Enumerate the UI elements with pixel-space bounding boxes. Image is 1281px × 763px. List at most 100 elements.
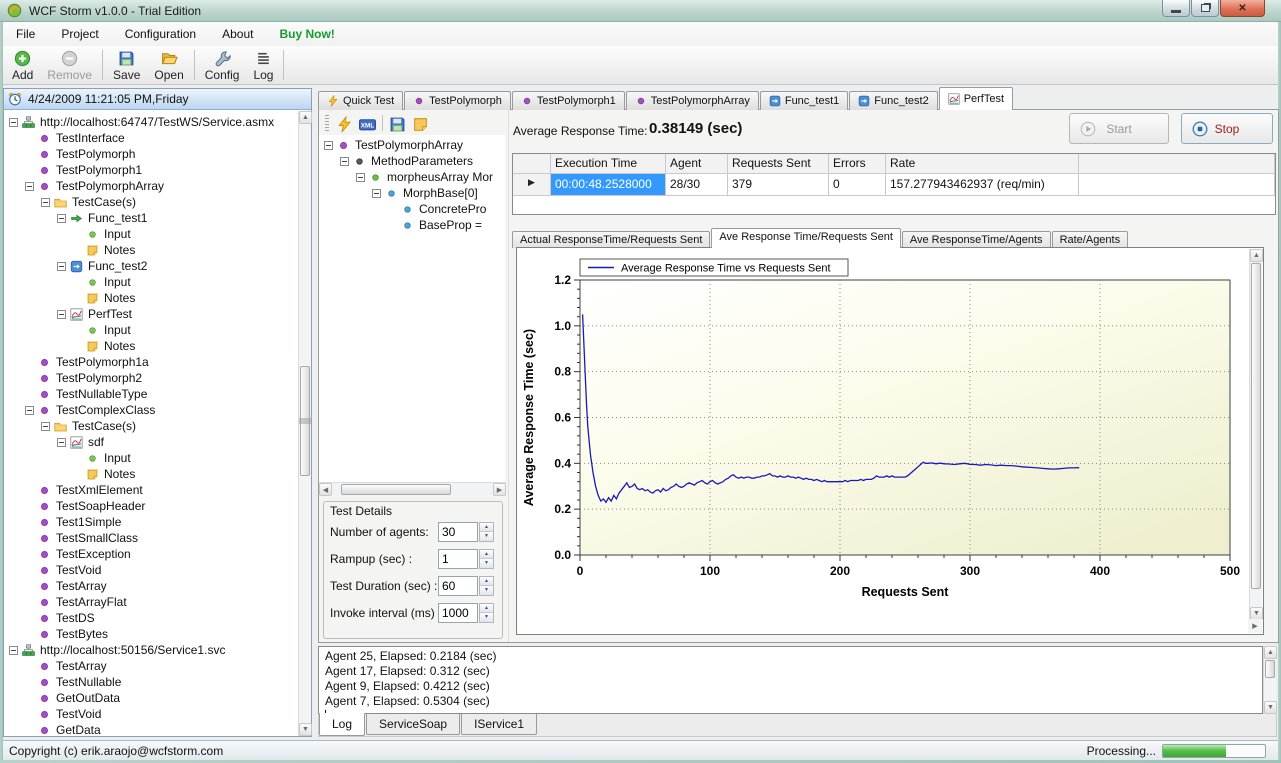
spinner-control[interactable]: ▲▼ [479,576,494,596]
grid-cell[interactable]: 157.277943462937 (req/min) [886,174,1079,196]
tree-node[interactable]: http://localhost:50156/Service1.svc [4,642,298,658]
tab-func-test2[interactable]: Func_test2 [849,91,937,110]
tree-node[interactable]: Input [4,274,298,290]
tree-node[interactable]: Notes [4,242,298,258]
grid-cell[interactable]: 0 [829,174,886,196]
menu-item-file[interactable]: File [3,24,48,44]
add-button[interactable]: Add [5,48,40,83]
lightning-icon[interactable] [336,116,353,131]
scroll-down-icon[interactable]: ▼ [1264,701,1277,714]
tree-node[interactable]: TestVoid [4,562,298,578]
scroll-right-icon[interactable]: ▶ [493,483,506,496]
tree-node[interactable]: TestSoapHeader [4,498,298,514]
expander-toggle-icon[interactable] [57,214,66,223]
tree-node[interactable]: TestPolymorph2 [4,370,298,386]
field-input-0[interactable] [438,522,478,542]
tab-func-test1[interactable]: Func_test1 [760,91,848,110]
menu-item-about[interactable]: About [209,24,266,44]
tree-node[interactable]: Func_test2 [4,258,298,274]
tree-node[interactable]: TestPolymorph1a [4,354,298,370]
close-button[interactable]: ✕ [1220,0,1265,17]
tree-node[interactable]: GetData [4,722,298,736]
scroll-right-icon[interactable]: ▶ [1248,619,1262,633]
stop-button[interactable]: Stop [1181,113,1273,144]
tree-node[interactable]: TestBytes [4,626,298,642]
expander-toggle-icon[interactable] [41,422,50,431]
save-icon[interactable] [389,116,406,131]
grid-cell[interactable]: 00:00:48.2528000 [551,174,666,196]
spinner-up-icon[interactable]: ▲ [480,523,493,532]
service-tree-scrollbar[interactable]: ▲ ▼ [298,111,311,736]
tree-node[interactable]: TestArray [4,578,298,594]
tab-quick-test[interactable]: Quick Test [318,91,403,110]
restore-button[interactable] [1191,0,1219,17]
tree-node[interactable]: TestVoid [4,706,298,722]
tree-node[interactable]: Notes [4,338,298,354]
tree-node[interactable]: TestComplexClass [4,402,298,418]
spinner-down-icon[interactable]: ▼ [480,532,493,541]
tree-node[interactable]: Notes [4,466,298,482]
expander-toggle-icon[interactable] [57,310,66,319]
chart-tab-ave-response-time-requests-sent[interactable]: Ave Response Time/Requests Sent [711,228,900,248]
tree-node[interactable]: TestArray [4,658,298,674]
scroll-thumb[interactable] [1265,660,1275,678]
tree-node[interactable]: Input [4,322,298,338]
scroll-up-icon[interactable]: ▲ [1250,249,1263,262]
scroll-up-icon[interactable]: ▲ [299,111,312,124]
tree-node[interactable]: TestPolymorphArray [4,178,298,194]
spinner-down-icon[interactable]: ▼ [480,586,493,595]
chart-tab-actual-responsetime-requests-sent[interactable]: Actual ResponseTime/Requests Sent [512,231,710,248]
remove-button[interactable]: Remove [40,48,99,83]
scroll-left-icon[interactable]: ◀ [319,483,332,496]
tree-node[interactable]: TestPolymorph1 [4,162,298,178]
spinner-up-icon[interactable]: ▲ [480,550,493,559]
tree-node[interactable]: morpheusArray Mor [319,169,505,185]
expander-toggle-icon[interactable] [324,141,333,150]
tree-node[interactable]: Func_test1 [4,210,298,226]
spinner-up-icon[interactable]: ▲ [480,604,493,613]
log-tab-iservice1[interactable]: IService1 [461,714,537,735]
tree-node[interactable]: TestSmallClass [4,530,298,546]
tab-testpolymorpharray[interactable]: TestPolymorphArray [626,91,759,110]
tree-node[interactable]: MorphBase[0] [319,185,505,201]
scroll-thumb[interactable] [1251,263,1261,589]
grid-data-row[interactable]: ▶00:00:48.252800028/303790157.2779434629… [513,174,1275,196]
expander-toggle-icon[interactable] [340,157,349,166]
tree-node[interactable]: TestNullable [4,674,298,690]
spinner-up-icon[interactable]: ▲ [480,577,493,586]
expander-toggle-icon[interactable] [356,173,365,182]
param-tree-hscrollbar[interactable]: ◀ ▶ [319,482,506,496]
grid-cell[interactable]: 379 [728,174,829,196]
log-scrollbar[interactable]: ▲ ▼ [1263,646,1276,714]
scroll-thumb[interactable] [341,484,451,495]
tree-node[interactable]: TestDS [4,610,298,626]
log-tab-servicesoap[interactable]: ServiceSoap [366,714,460,735]
field-input-3[interactable] [438,603,478,623]
field-input-1[interactable] [438,549,478,569]
tree-node[interactable]: TestNullableType [4,386,298,402]
grid-cell[interactable]: 28/30 [666,174,728,196]
expander-toggle-icon[interactable] [41,198,50,207]
tree-node[interactable]: TestXmlElement [4,482,298,498]
notes-icon[interactable] [412,116,429,131]
tab-testpolymorph[interactable]: TestPolymorph [404,91,511,110]
scroll-down-icon[interactable]: ▼ [299,723,312,736]
chart-tab-rate-agents[interactable]: Rate/Agents [1052,231,1129,248]
tree-node[interactable]: Input [4,226,298,242]
spinner-down-icon[interactable]: ▼ [480,613,493,622]
log-button[interactable]: Log [246,48,280,83]
spinner-control[interactable]: ▲▼ [479,549,494,569]
tree-node[interactable]: MethodParameters [319,153,505,169]
log-output[interactable]: Agent 25, Elapsed: 0.2184 (sec)Agent 17,… [318,646,1263,714]
tree-node[interactable]: TestPolymorphArray [319,137,505,153]
menu-item-project[interactable]: Project [48,24,111,44]
tree-node[interactable]: BaseProp = [319,217,505,233]
open-button[interactable]: Open [147,48,190,83]
tree-node[interactable]: TestInterface [4,130,298,146]
expander-toggle-icon[interactable] [57,262,66,271]
tab-testpolymorph1[interactable]: TestPolymorph1 [512,91,625,110]
expander-toggle-icon[interactable] [372,189,381,198]
grid-column-header[interactable]: Requests Sent [728,154,829,174]
spinner-control[interactable]: ▲▼ [479,603,494,623]
tree-node[interactable]: TestException [4,546,298,562]
